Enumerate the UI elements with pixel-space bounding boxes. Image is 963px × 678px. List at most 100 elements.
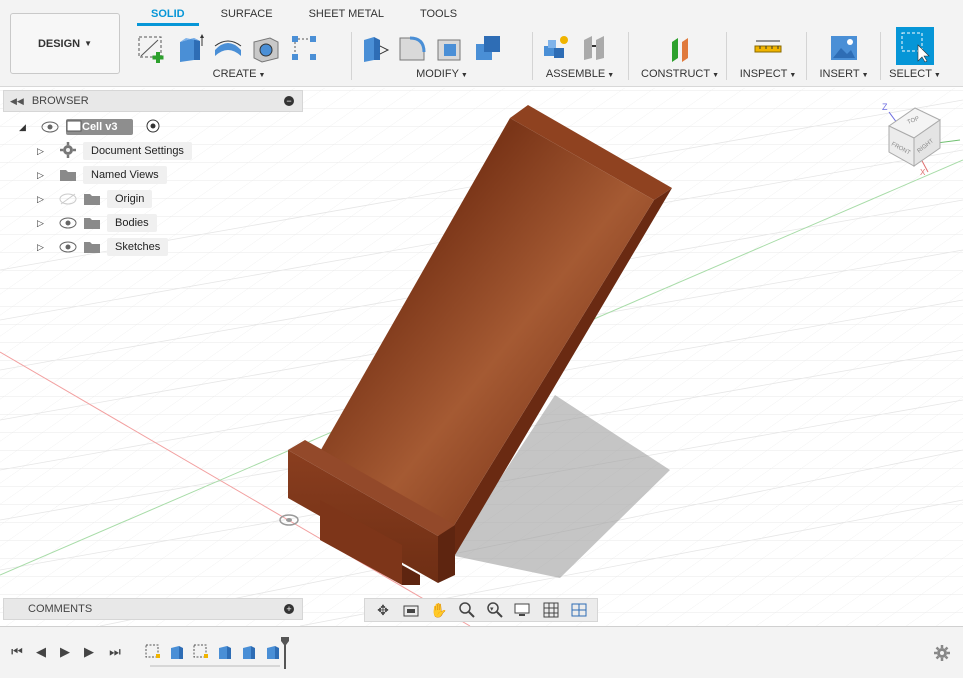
expand-arrow-icon[interactable]: ▷	[37, 242, 44, 253]
divider	[628, 32, 629, 80]
tree-item-origin[interactable]: ▷ Origin	[3, 187, 303, 211]
divider	[532, 32, 533, 80]
visibility-eye-icon[interactable]	[59, 217, 77, 229]
tab-surface[interactable]: SURFACE	[207, 0, 287, 26]
display-settings-icon[interactable]	[513, 601, 533, 619]
modify-menu[interactable]: MODIFY ▼	[358, 68, 526, 80]
create-menu[interactable]: CREATE ▼	[134, 68, 344, 80]
orbit-icon[interactable]: ✥	[373, 601, 393, 619]
assemble-group: ASSEMBLE ▼	[540, 26, 620, 84]
tree-item-label: Sketches	[107, 238, 169, 256]
collapse-icon[interactable]: ◀◀	[10, 96, 24, 107]
expand-arrow-icon[interactable]: ▷	[37, 194, 44, 205]
activate-radio-icon[interactable]	[146, 119, 160, 136]
create-group: CREATE ▼	[134, 26, 344, 84]
comments-panel[interactable]: COMMENTS +	[3, 598, 303, 620]
fillet-icon[interactable]	[396, 32, 428, 64]
assemble-menu[interactable]: ASSEMBLE ▼	[540, 68, 620, 80]
tree-item-sketches[interactable]: ▷ Sketches	[3, 235, 303, 259]
tab-tools[interactable]: TOOLS	[406, 0, 471, 26]
expand-arrow-icon[interactable]: ▷	[37, 146, 44, 157]
tree-root[interactable]: ◢ Cell v3	[3, 115, 303, 139]
timeline-settings-gear-icon[interactable]	[933, 644, 951, 662]
select-menu[interactable]: SELECT ▼	[886, 68, 944, 80]
offset-plane-icon[interactable]	[664, 32, 696, 64]
grid-settings-icon[interactable]	[541, 601, 561, 619]
combine-icon[interactable]	[472, 32, 504, 64]
timeline-extrude-icon[interactable]	[240, 643, 258, 661]
minimize-icon[interactable]: −	[284, 96, 294, 106]
tab-sheet-metal[interactable]: SHEET METAL	[295, 0, 398, 26]
extrude-icon[interactable]	[174, 32, 206, 64]
insert-group: INSERT ▼	[814, 26, 874, 84]
workspace-switcher-button[interactable]: DESIGN ▼	[10, 13, 120, 74]
origin-dot	[286, 518, 292, 522]
navigation-bar: ✥ ✋ ▾	[364, 598, 598, 622]
insert-menu[interactable]: INSERT ▼	[814, 68, 874, 80]
play-icon[interactable]: ▶	[56, 643, 74, 661]
zoom-icon[interactable]	[457, 601, 477, 619]
pattern-icon[interactable]	[288, 32, 320, 64]
timeline-track	[150, 665, 280, 667]
select-icon[interactable]	[896, 27, 934, 65]
timeline-extrude-icon[interactable]	[216, 643, 234, 661]
tree-item-label: Bodies	[107, 214, 157, 232]
tree-item-label: Document Settings	[83, 142, 192, 160]
insert-image-icon[interactable]	[828, 32, 860, 64]
hole-icon[interactable]	[250, 32, 282, 64]
inspect-group: INSPECT ▼	[736, 26, 800, 84]
folder-icon	[84, 242, 100, 253]
timeline-extrude-icon[interactable]	[168, 643, 186, 661]
folder-icon	[84, 218, 100, 229]
tree-item-bodies[interactable]: ▷ Bodies	[3, 211, 303, 235]
expand-arrow-icon[interactable]: ◢	[19, 122, 26, 133]
inspect-menu[interactable]: INSPECT ▼	[736, 68, 800, 80]
measure-icon[interactable]	[752, 32, 784, 64]
browser-panel: ◀◀ BROWSER − ◢ Cell v3 ▷ Document Settin…	[3, 90, 303, 259]
divider	[726, 32, 727, 80]
timeline-sketch-icon[interactable]	[144, 643, 162, 661]
step-back-icon[interactable]: ◀	[32, 643, 50, 661]
look-at-icon[interactable]	[401, 601, 421, 619]
tree-item-document-settings[interactable]: ▷ Document Settings	[3, 139, 303, 163]
fit-icon[interactable]: ▾	[485, 601, 505, 619]
go-to-start-icon[interactable]: ⏮	[8, 643, 26, 661]
gear-icon	[59, 141, 77, 162]
modify-group: MODIFY ▼	[358, 26, 526, 84]
workspace-label: DESIGN	[37, 37, 81, 50]
timeline-sketch-icon[interactable]	[192, 643, 210, 661]
axis-z-label: Z	[882, 102, 888, 112]
shell-icon[interactable]	[434, 32, 466, 64]
expand-arrow-icon[interactable]: ▷	[37, 218, 44, 229]
new-component-icon[interactable]	[540, 32, 572, 64]
construct-group: CONSTRUCT ▼	[640, 26, 720, 84]
construct-menu[interactable]: CONSTRUCT ▼	[640, 68, 720, 80]
pan-hand-icon[interactable]: ✋	[429, 601, 449, 619]
add-comment-icon[interactable]: +	[284, 604, 294, 614]
revolve-icon[interactable]	[212, 32, 244, 64]
divider	[880, 32, 881, 80]
tab-solid[interactable]: SOLID	[137, 0, 199, 26]
timeline-marker-handle[interactable]	[281, 637, 289, 669]
toolbar: DESIGN ▼ SOLID SURFACE SHEET METAL TOOLS	[0, 0, 963, 87]
visibility-eye-icon[interactable]	[41, 121, 59, 133]
visibility-eye-icon[interactable]	[59, 241, 77, 253]
comments-title: COMMENTS	[28, 603, 93, 615]
hidden-eye-icon[interactable]	[59, 193, 77, 205]
component-icon	[65, 119, 83, 136]
divider	[351, 32, 352, 80]
go-to-end-icon[interactable]: ⏭	[106, 643, 124, 661]
joint-icon[interactable]	[578, 32, 610, 64]
step-forward-icon[interactable]: ▶	[80, 643, 98, 661]
expand-arrow-icon[interactable]: ▷	[37, 170, 44, 181]
axis-x-label: X	[920, 168, 926, 177]
press-pull-icon[interactable]	[358, 32, 390, 64]
browser-title: BROWSER	[31, 95, 89, 107]
viewports-icon[interactable]	[569, 601, 589, 619]
divider	[806, 32, 807, 80]
create-sketch-icon[interactable]	[136, 32, 168, 64]
timeline-extrude-icon[interactable]	[264, 643, 282, 661]
browser-header[interactable]: ◀◀ BROWSER −	[3, 90, 303, 112]
tree-item-named-views[interactable]: ▷ Named Views	[3, 163, 303, 187]
toolbar-tabs: SOLID SURFACE SHEET METAL TOOLS	[137, 0, 471, 26]
